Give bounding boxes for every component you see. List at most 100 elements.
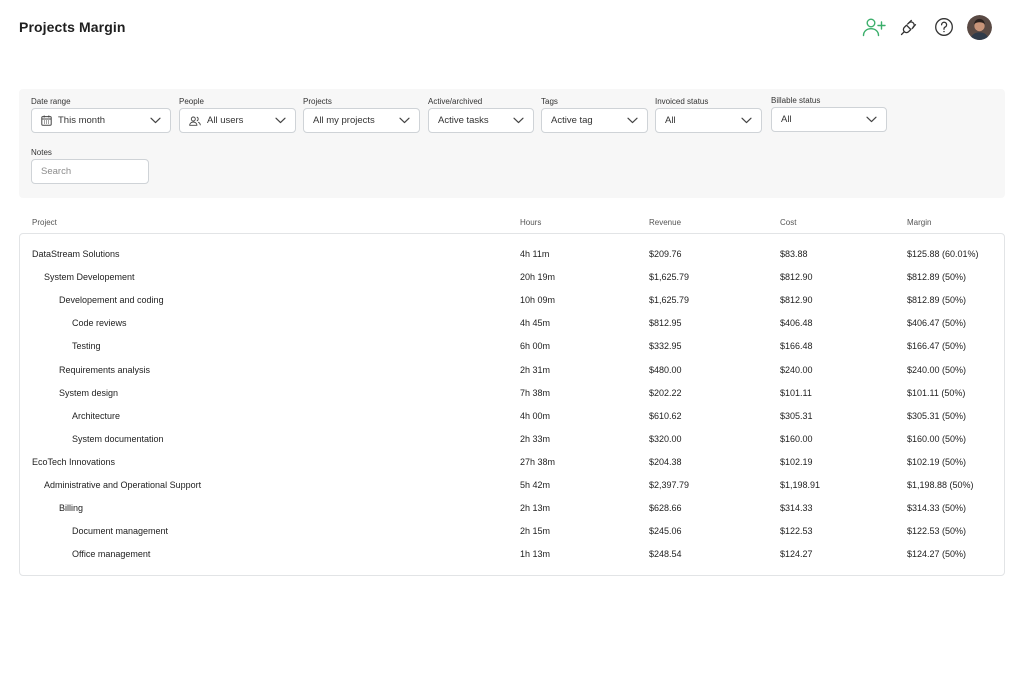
date-range-select[interactable]: This month — [31, 108, 171, 133]
date-range-value: This month — [58, 115, 105, 126]
column-header-cost[interactable]: Cost — [780, 218, 796, 227]
revenue-cell: $812.95 — [649, 318, 682, 329]
billable-status-select[interactable]: All — [771, 107, 887, 132]
date-range-filter: Date range This month — [31, 97, 171, 133]
margin-cell: $124.27 (50%) — [907, 549, 967, 560]
column-header-revenue[interactable]: Revenue — [649, 218, 681, 227]
cost-cell: $101.11 — [780, 387, 812, 398]
page-title: Projects Margin — [19, 19, 126, 35]
notes-filter: Notes — [31, 148, 149, 184]
table-row[interactable]: Requirements analysis 2h 31m $480.00 $240.0… — [20, 359, 1004, 382]
projects-select[interactable]: All my projects — [303, 108, 420, 133]
table-row[interactable]: Administrative and Operational Support 5h… — [20, 474, 1004, 497]
table-row[interactable]: DataStream Solutions 4h 11m $209.76 $83.88 $… — [20, 243, 1004, 266]
revenue-cell: $1,625.79 — [649, 272, 690, 283]
cost-cell: $160.00 — [780, 433, 813, 444]
projects-value: All my projects — [313, 115, 375, 126]
table-row[interactable]: System documentation 2h 33m $320.00 $160.00… — [20, 428, 1004, 451]
project-name: DataStream Solutions — [32, 249, 120, 259]
hours-cell: 20h 19m — [520, 272, 556, 283]
table-row[interactable]: Code reviews 4h 45m $812.95 $406.48 $406.47 … — [20, 312, 1004, 335]
table-row[interactable]: Office management 1h 13m $248.54 $124.27 $12… — [20, 543, 1004, 566]
cost-cell: $812.90 — [780, 272, 813, 283]
chevron-down-icon — [150, 117, 161, 124]
revenue-cell: $209.76 — [649, 249, 682, 259]
project-name: System Developement — [44, 272, 135, 283]
table-row[interactable]: System design 7h 38m $202.22 $101.11 $101.11… — [20, 382, 1004, 405]
table-row[interactable]: Architecture 4h 00m $610.62 $305.31 $305.31 … — [20, 405, 1004, 428]
help-icon[interactable] — [930, 13, 958, 41]
avatar[interactable] — [967, 14, 992, 40]
hours-cell: 1h 13m — [520, 549, 551, 560]
plug-icon[interactable] — [895, 13, 923, 41]
project-name: Architecture — [72, 410, 121, 421]
chevron-down-icon — [275, 117, 286, 124]
cost-cell: $122.53 — [780, 526, 813, 537]
margin-cell: $812.89 (50%) — [907, 295, 967, 306]
table-row[interactable]: Developement and coding 10h 09m $1,625.79 $… — [20, 289, 1004, 312]
projects-table: DataStream Solutions 4h 11m $209.76 $83.88 $… — [19, 233, 1005, 576]
hours-cell: 2h 33m — [520, 433, 551, 444]
column-header-hours[interactable]: Hours — [520, 218, 541, 227]
active-archived-select[interactable]: Active tasks — [428, 108, 534, 133]
revenue-cell: $610.62 — [649, 410, 682, 421]
table-row[interactable]: Document management 2h 15m $245.06 $122.53 $… — [20, 520, 1004, 543]
table-row[interactable]: Billing 2h 13m $628.66 $314.33 $314.33 (50%) — [20, 497, 1004, 520]
invoiced-status-select[interactable]: All — [655, 108, 762, 133]
tags-select[interactable]: Active tag — [541, 108, 648, 133]
invoiced-status-value: All — [665, 115, 676, 126]
margin-cell: $305.31 (50%) — [907, 410, 967, 421]
hours-cell: 2h 31m — [520, 364, 551, 375]
page-header: Projects Margin — [0, 0, 1024, 56]
margin-cell: $240.00 (50%) — [907, 364, 967, 375]
revenue-cell: $320.00 — [649, 433, 682, 444]
column-header-margin[interactable]: Margin — [907, 218, 931, 227]
revenue-cell: $332.95 — [649, 341, 682, 352]
margin-cell: $406.47 (50%) — [907, 318, 967, 329]
hours-cell: 2h 15m — [520, 526, 551, 537]
margin-cell: $122.53 (50%) — [907, 526, 967, 537]
project-name: Code reviews — [72, 318, 127, 329]
add-user-icon[interactable] — [860, 13, 888, 41]
project-name: Document management — [72, 526, 169, 537]
hours-cell: 7h 38m — [520, 387, 551, 398]
table-row[interactable]: EcoTech Innovations 27h 38m $204.38 $102.19… — [20, 451, 1004, 474]
projects-filter: Projects All my projects — [303, 97, 420, 133]
project-name: Billing — [59, 503, 84, 514]
cost-cell: $124.27 — [780, 549, 813, 560]
project-name: Testing — [72, 341, 101, 352]
project-name: System design — [59, 387, 119, 398]
cost-cell: $102.19 — [780, 456, 813, 467]
people-select[interactable]: All users — [179, 108, 296, 133]
project-name: Administrative and Operational Support — [44, 480, 202, 490]
table-row[interactable]: System Developement 20h 19m $1,625.79 $812.… — [20, 266, 1004, 289]
margin-cell: $314.33 (50%) — [907, 503, 967, 514]
hours-cell: 4h 11m — [520, 249, 550, 259]
revenue-cell: $480.00 — [649, 364, 682, 375]
billable-status-filter: Billable status All — [771, 96, 887, 132]
hours-cell: 2h 13m — [520, 503, 551, 514]
billable-status-value: All — [781, 114, 792, 125]
margin-cell: $1,198.88 (50%) — [907, 480, 974, 490]
project-name: Developement and coding — [59, 295, 164, 306]
chevron-down-icon — [741, 117, 752, 124]
margin-cell: $102.19 (50%) — [907, 456, 967, 467]
notes-search-input[interactable] — [31, 159, 149, 184]
calendar-icon — [41, 115, 52, 126]
chevron-down-icon — [866, 116, 877, 123]
revenue-cell: $248.54 — [649, 549, 682, 560]
hours-cell: 27h 38m — [520, 456, 556, 467]
cost-cell: $166.48 — [780, 341, 813, 352]
hours-cell: 6h 00m — [520, 341, 551, 352]
active-archived-value: Active tasks — [438, 115, 489, 126]
hours-cell: 4h 45m — [520, 318, 551, 329]
cost-cell: $812.90 — [780, 295, 813, 306]
margin-cell: $812.89 (50%) — [907, 272, 967, 283]
people-value: All users — [207, 115, 244, 126]
project-name: EcoTech Innovations — [32, 456, 116, 467]
column-header-project[interactable]: Project — [32, 218, 57, 227]
active-archived-filter: Active/archived Active tasks — [428, 97, 534, 133]
margin-cell: $101.11 (50%) — [907, 387, 966, 398]
revenue-cell: $245.06 — [649, 526, 682, 537]
table-row[interactable]: Testing 6h 00m $332.95 $166.48 $166.47 (50%) — [20, 335, 1004, 358]
